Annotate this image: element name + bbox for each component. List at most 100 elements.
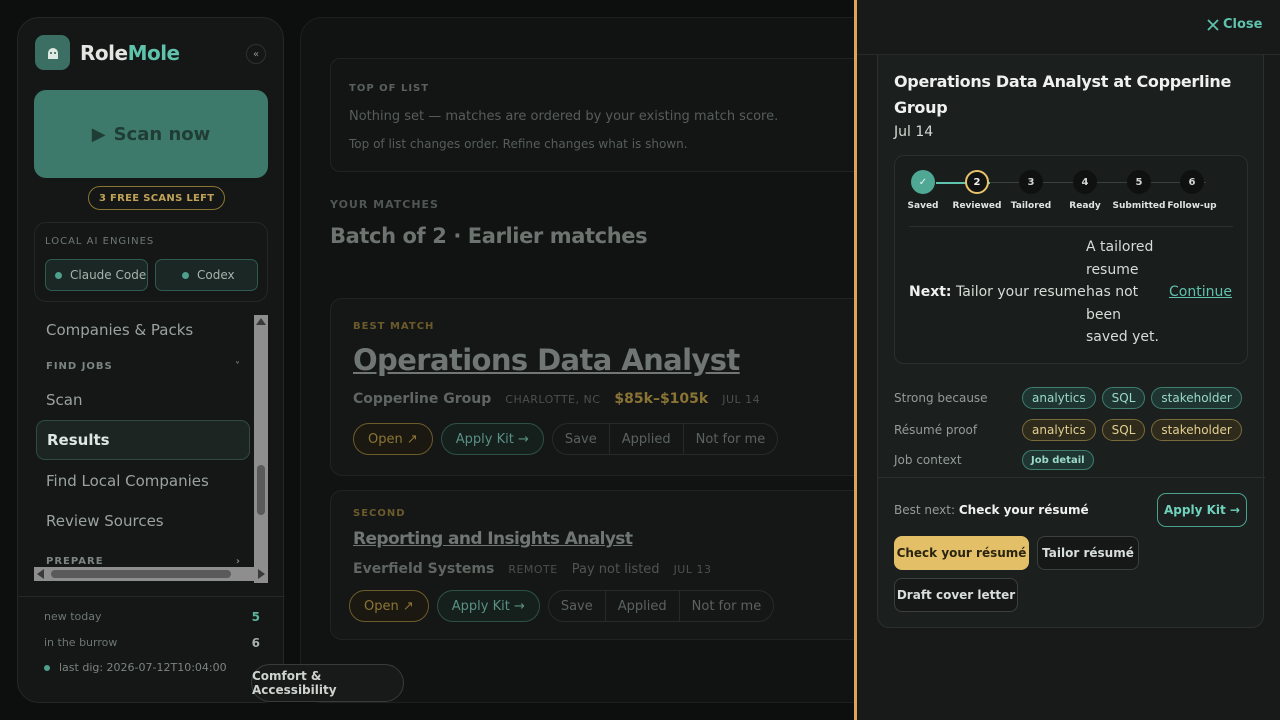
top-of-list-desc: Nothing set — matches are ordered by you… <box>349 109 779 124</box>
sidebar-item-find-local[interactable]: Find Local Companies <box>36 461 250 501</box>
job-title-link[interactable]: Reporting and Insights Analyst <box>353 529 633 549</box>
your-matches-label: YOUR MATCHES <box>330 198 439 211</box>
close-icon <box>1207 18 1219 31</box>
proof-tag: stakeholder <box>1151 419 1242 441</box>
top-of-list-title: TOP OF LIST <box>349 83 430 94</box>
step-tailored[interactable]: 3 Tailored <box>1001 170 1061 211</box>
sidebar-item-companies[interactable]: Companies & Packs <box>36 314 250 350</box>
scroll-right-icon[interactable] <box>258 569 265 579</box>
step-submitted[interactable]: 5 Submitted <box>1109 170 1169 211</box>
sidebar: RoleMole « ▶ Scan now 3 FREE SCANS LEFT … <box>17 17 285 703</box>
match-card: SECOND Reporting and Insights Analyst Ev… <box>330 490 879 640</box>
drawer-header: Close <box>857 0 1280 55</box>
status-dot-icon <box>44 664 50 671</box>
top-of-list-panel: TOP OF LIST Nothing set — matches are or… <box>330 58 879 172</box>
engine-claude-code[interactable]: Claude Code <box>45 259 148 291</box>
card-actions: Open ↗ Apply Kit → Save Applied Not for … <box>349 590 775 622</box>
job-detail-card: Operations Data Analyst at Copperline Gr… <box>877 55 1265 628</box>
play-icon: ▶ <box>91 123 106 145</box>
draft-cover-letter-button[interactable]: Draft cover letter <box>894 578 1018 612</box>
job-meta: Copperline Group CHARLOTTE, NC $85k–$105… <box>353 391 761 407</box>
sidebar-nav: Companies & Packs FIND JOBS ˅ Scan Resul… <box>34 314 268 581</box>
not-for-me-button[interactable]: Not for me <box>680 591 774 621</box>
step-ready[interactable]: 4 Ready <box>1055 170 1115 211</box>
divider <box>909 226 1233 227</box>
step-follow-up[interactable]: 6 Follow-up <box>1162 170 1222 211</box>
strong-because-row: Strong because analytics SQL stakeholder <box>894 387 1248 409</box>
job-meta: Everfield Systems REMOTE Pay not listed … <box>353 561 712 577</box>
skill-tag: stakeholder <box>1151 387 1242 409</box>
chevron-down-icon: ˅ <box>235 361 241 372</box>
job-detail-drawer: Close Operations Data Analyst at Copperl… <box>857 0 1280 720</box>
job-detail-tag[interactable]: Job detail <box>1022 450 1094 470</box>
job-context-row: Job context Job detail <box>894 450 1100 470</box>
last-dig-status: last dig: 2026-07-12T10:04:00 <box>44 661 227 674</box>
top-of-list-hint: Top of list changes order. Refine change… <box>349 137 688 151</box>
scroll-thumb[interactable] <box>257 465 265 515</box>
continue-link[interactable]: Continue <box>1169 284 1232 300</box>
brand[interactable]: RoleMole <box>35 35 180 70</box>
match-card: BEST MATCH Operations Data Analyst Coppe… <box>330 298 879 476</box>
nav-section-find-jobs[interactable]: FIND JOBS ˅ <box>46 361 241 372</box>
match-rank-tag: SECOND <box>353 508 406 519</box>
check-resume-button[interactable]: Check your résumé <box>894 536 1029 570</box>
not-for-me-button[interactable]: Not for me <box>684 424 778 454</box>
open-button[interactable]: Open ↗ <box>353 423 433 455</box>
save-button[interactable]: Save <box>553 424 610 454</box>
nav-section-prepare[interactable]: PREPARE › <box>46 556 241 567</box>
applied-button[interactable]: Applied <box>606 591 680 621</box>
skill-tag: analytics <box>1022 387 1096 409</box>
local-ai-engines: LOCAL AI ENGINES Claude Code Codex <box>34 222 268 302</box>
card-actions: Open ↗ Apply Kit → Save Applied Not for … <box>353 423 779 455</box>
step-saved[interactable]: ✓ Saved <box>893 170 953 211</box>
batch-title: Batch of 2 · Earlier matches <box>330 224 648 248</box>
tailor-resume-button[interactable]: Tailor résumé <box>1037 536 1139 570</box>
open-button[interactable]: Open ↗ <box>349 590 429 622</box>
apply-kit-button[interactable]: Apply Kit → <box>436 590 540 622</box>
status-segmented: Save Applied Not for me <box>547 590 775 622</box>
scroll-thumb[interactable] <box>51 570 231 578</box>
proof-tag: SQL <box>1101 419 1146 441</box>
job-title-link[interactable]: Operations Data Analyst <box>353 343 740 377</box>
scan-now-label: Scan now <box>113 123 211 145</box>
apply-kit-button[interactable]: Apply Kit → <box>440 423 544 455</box>
comfort-accessibility-button[interactable]: Comfort & Accessibility <box>251 664 404 702</box>
scan-now-button[interactable]: ▶ Scan now <box>34 90 268 178</box>
applied-button[interactable]: Applied <box>610 424 684 454</box>
free-scans-badge: 3 FREE SCANS LEFT <box>88 186 226 210</box>
skill-tag: SQL <box>1101 387 1146 409</box>
status-dot-icon <box>55 271 62 279</box>
sidebar-horizontal-scrollbar[interactable] <box>34 567 268 581</box>
divider <box>878 477 1265 478</box>
proof-tag: analytics <box>1022 419 1096 441</box>
mole-logo-icon <box>35 35 70 70</box>
save-button[interactable]: Save <box>549 591 606 621</box>
chevron-right-icon: › <box>235 556 241 567</box>
status-dot-icon <box>182 271 189 279</box>
sidebar-item-review-sources[interactable]: Review Sources <box>36 501 250 541</box>
collapse-sidebar-button[interactable]: « <box>246 44 266 64</box>
divider <box>18 596 285 597</box>
close-button[interactable]: Close <box>1207 17 1262 32</box>
drawer-job-date: Jul 14 <box>894 124 934 140</box>
brand-name: RoleMole <box>80 40 180 65</box>
scroll-left-icon[interactable] <box>37 569 44 579</box>
scroll-up-icon[interactable] <box>256 318 266 325</box>
sidebar-item-results[interactable]: Results <box>36 420 250 460</box>
engines-title: LOCAL AI ENGINES <box>45 236 155 247</box>
apply-kit-button[interactable]: Apply Kit → <box>1157 493 1247 527</box>
application-progress: ✓ Saved 2 Reviewed 3 Tailored 4 Ready 5 … <box>894 155 1248 364</box>
stat-in-burrow: in the burrow 6 <box>44 636 260 650</box>
drawer-job-title: Operations Data Analyst at Copperline Gr… <box>894 72 1232 117</box>
engine-codex[interactable]: Codex <box>155 259 258 291</box>
status-segmented: Save Applied Not for me <box>551 423 779 455</box>
sidebar-vertical-scrollbar[interactable] <box>254 315 268 583</box>
stat-new-today: new today 5 <box>44 610 260 624</box>
match-rank-tag: BEST MATCH <box>353 321 435 332</box>
sidebar-item-scan[interactable]: Scan <box>36 380 250 420</box>
step-reviewed[interactable]: 2 Reviewed <box>947 170 1007 211</box>
resume-proof-row: Résumé proof analytics SQL stakeholder <box>894 419 1248 441</box>
main-content: TOP OF LIST Nothing set — matches are or… <box>300 17 880 703</box>
best-next-step: Best next: Check your résumé <box>894 503 1089 517</box>
next-step-description: A tailored resume has not been saved yet… <box>1086 239 1159 345</box>
